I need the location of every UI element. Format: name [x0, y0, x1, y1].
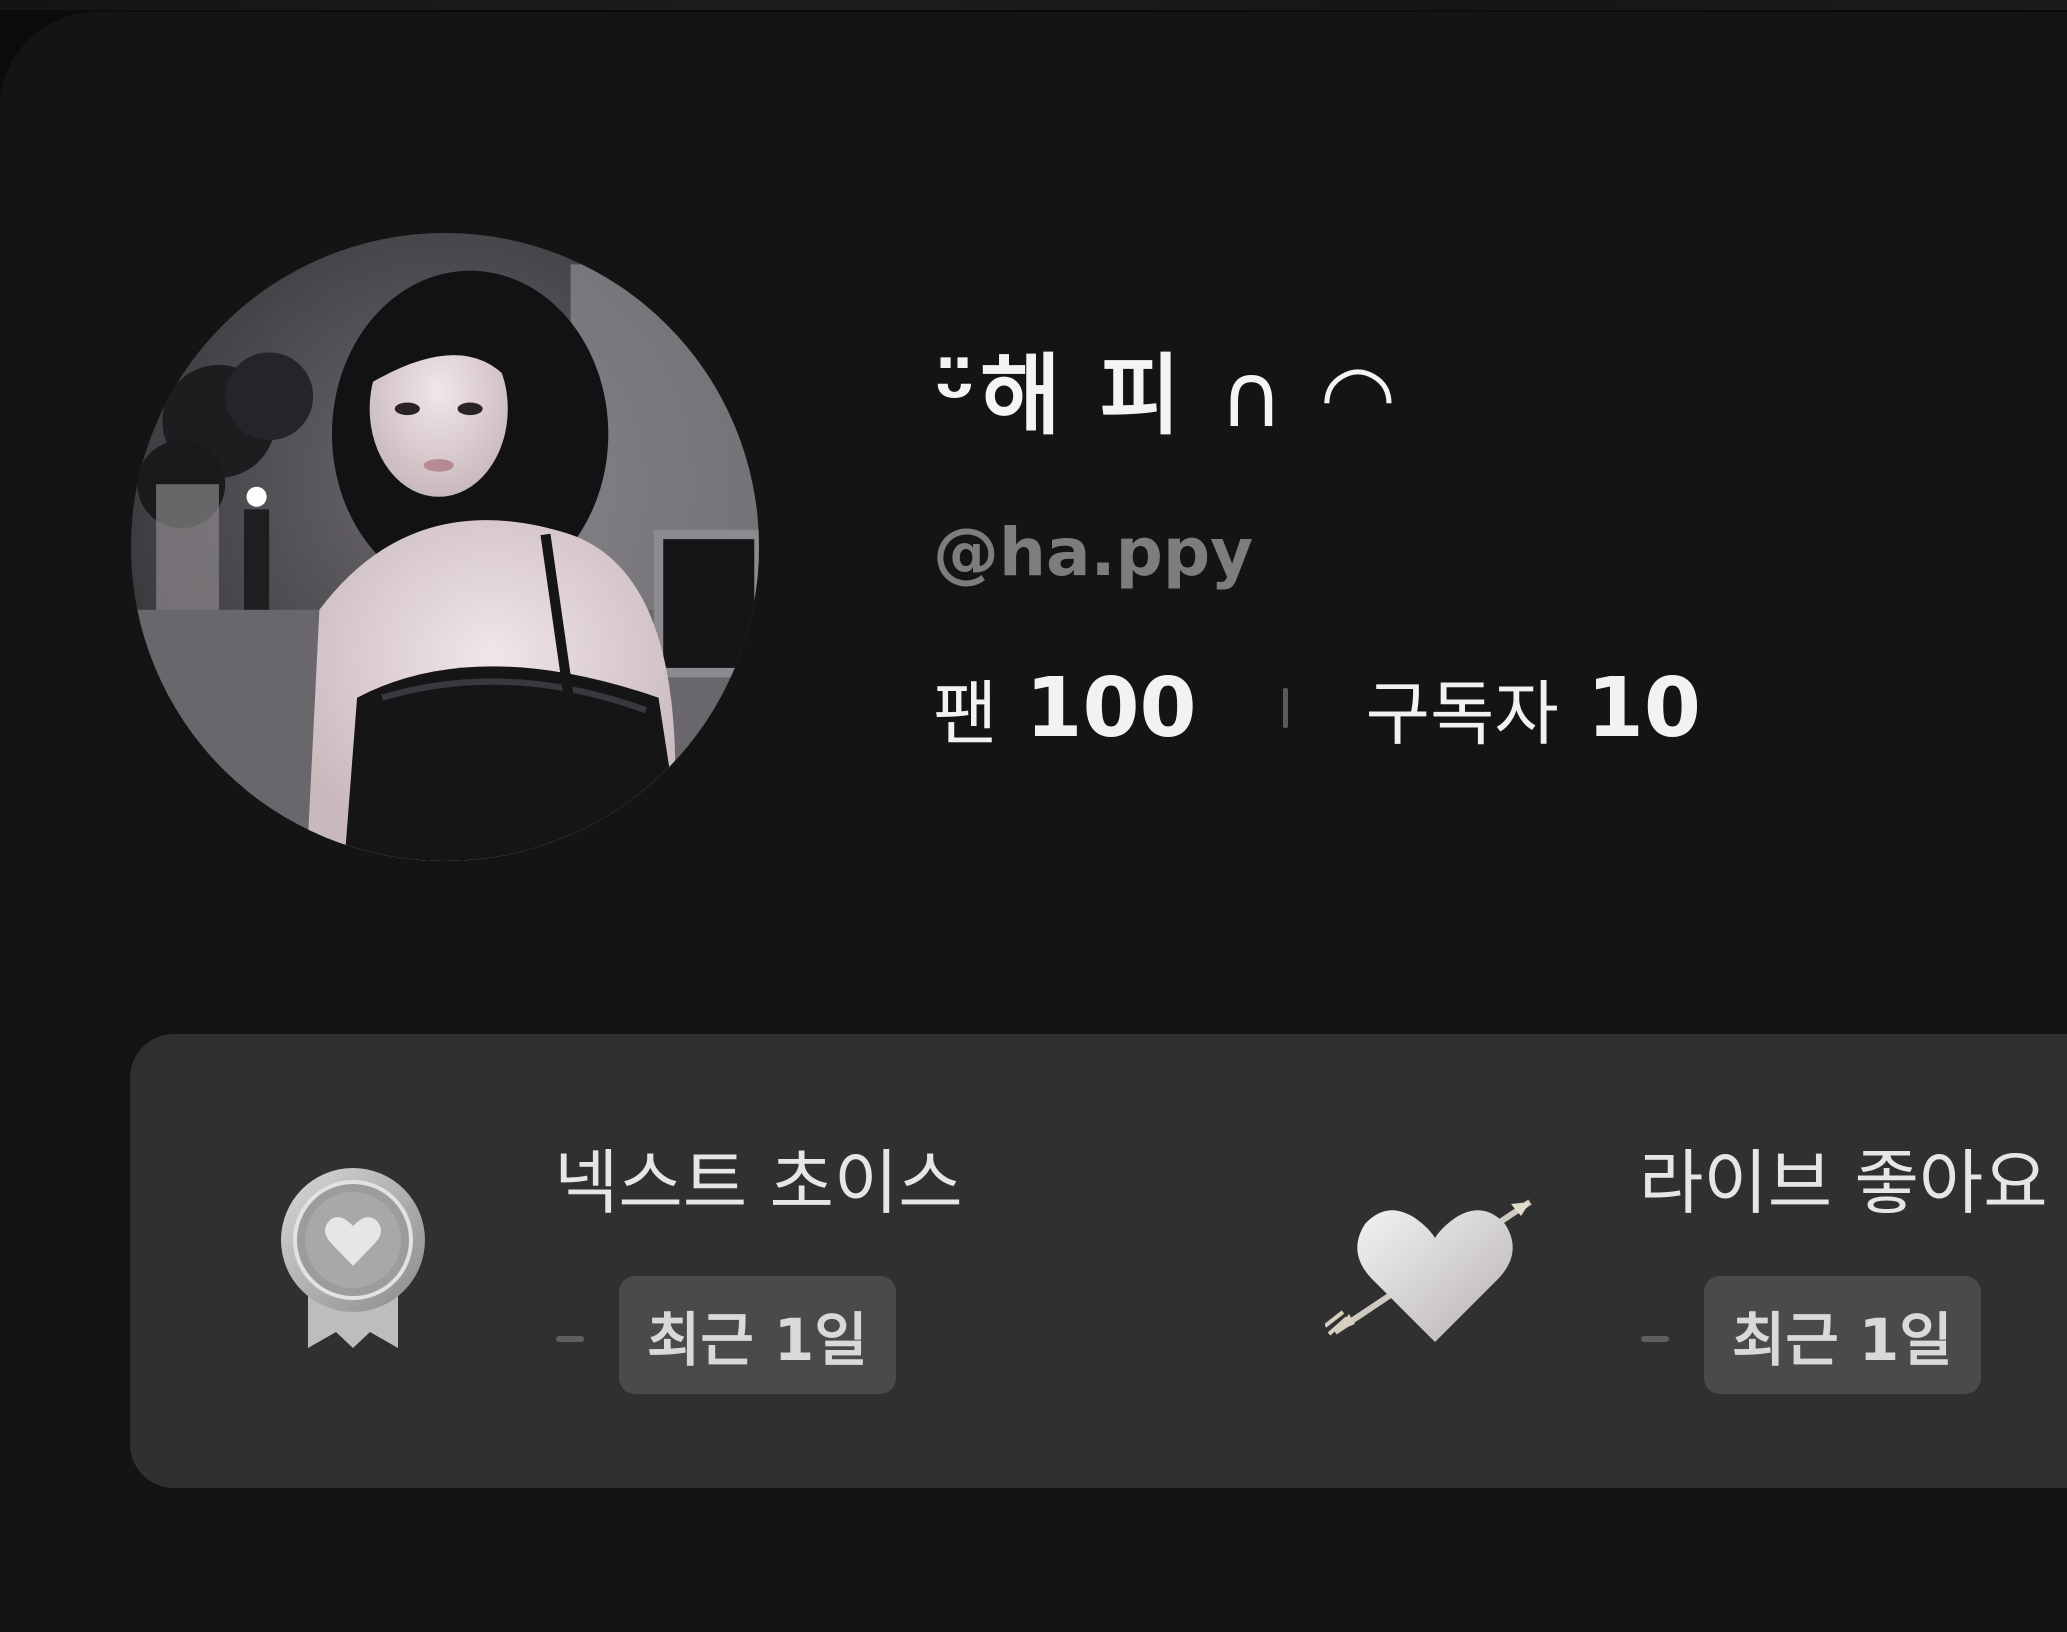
profile-avatar-image [131, 233, 759, 861]
profile-handle: @ha.ppy [933, 514, 1254, 591]
badge-live-likes[interactable]: 라이브 좋아요 최근 1일 [1215, 1034, 2067, 1488]
badge-period: 최근 1일 [619, 1276, 896, 1394]
badge-title: 넥스트 초이스 [554, 1142, 963, 1224]
profile-stats: 팬 100 구독자 10 [933, 661, 1701, 756]
fans-label[interactable]: 팬 [933, 658, 997, 759]
stats-divider [1282, 688, 1288, 728]
badge-dash [556, 1336, 584, 1342]
badge-title: 라이브 좋아요 [1639, 1142, 2048, 1224]
badge-dash [1641, 1336, 1669, 1342]
fans-count[interactable]: 100 [1025, 661, 1196, 756]
heart-arrow-icon [1323, 1182, 1545, 1352]
top-strip [0, 0, 2067, 10]
name-text: 해 피 [979, 344, 1185, 447]
badge-period: 최근 1일 [1704, 1276, 1981, 1394]
subscribers-count[interactable]: 10 [1587, 661, 1701, 756]
medal-heart-icon [278, 1168, 428, 1354]
profile-avatar[interactable] [131, 233, 759, 861]
name-tail: ∩ ◠ [1219, 344, 1401, 447]
name-emoji: ᵕ̈ [933, 344, 980, 447]
badge-next-choice[interactable]: 넥스트 초이스 최근 1일 [130, 1034, 1180, 1488]
badges-panel: 넥스트 초이스 최근 1일 라이브 좋아요 최근 1일 [130, 1034, 2067, 1488]
subscribers-label[interactable]: 구독자 [1366, 658, 1559, 759]
profile-display-name: ᵕ̈해 피 ∩ ◠ [933, 352, 1400, 440]
